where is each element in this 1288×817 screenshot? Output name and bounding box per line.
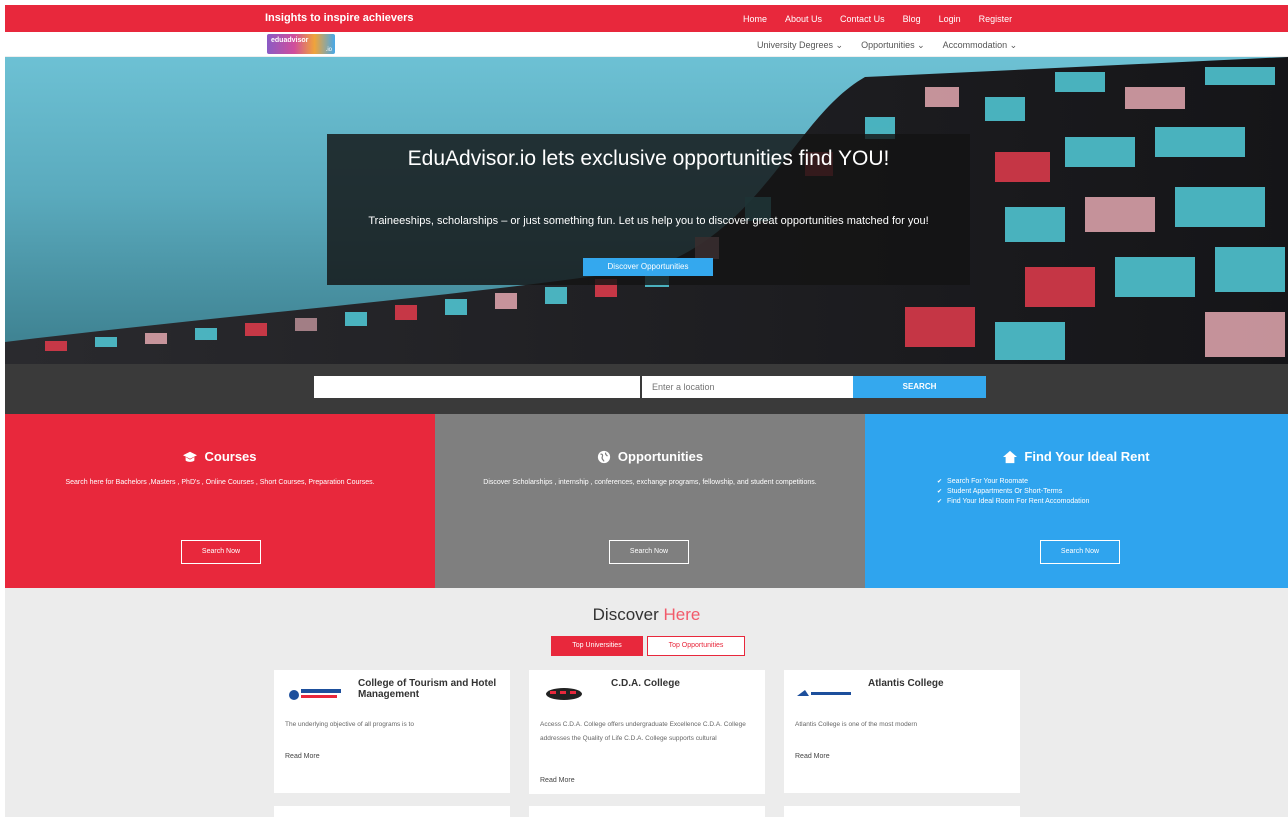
top-links: Home About Us Contact Us Blog Login Regi… <box>743 14 1030 24</box>
college-logo <box>289 689 341 700</box>
read-more-link[interactable]: Read More <box>540 777 575 784</box>
tab-top-universities[interactable]: Top Universities <box>551 636 643 656</box>
rent-feature-item: Find Your Ideal Room For Rent Accomodati… <box>937 497 1089 507</box>
hero-overlay: EduAdvisor.io lets exclusive opportuniti… <box>327 134 970 285</box>
read-more-link[interactable]: Read More <box>285 753 320 760</box>
card-text: Access C.D.A. College offers undergradua… <box>540 721 746 742</box>
university-card[interactable]: College of Tourism and Hotel Management … <box>274 670 510 793</box>
discover-opportunities-button[interactable]: Discover Opportunities <box>583 258 713 276</box>
top-link-blog[interactable]: Blog <box>903 14 921 24</box>
university-card-partial[interactable] <box>784 806 1020 817</box>
search-bar: SEARCH <box>5 364 1288 414</box>
opportunities-title-text: Opportunities <box>617 449 704 464</box>
search-button[interactable]: SEARCH <box>853 376 986 398</box>
discover-heading: Discover Here <box>5 605 1288 625</box>
home-icon <box>1003 450 1018 463</box>
university-card-partial[interactable] <box>274 806 510 817</box>
top-link-register[interactable]: Register <box>979 14 1013 24</box>
card-text: The underlying objective of all programs… <box>285 721 414 728</box>
logo-text: eduadvisor <box>271 37 309 44</box>
nav-university-degrees[interactable]: University Degrees ⌄ <box>757 40 843 51</box>
courses-panel: Courses Search here for Bachelors ,Maste… <box>5 414 435 588</box>
opportunities-panel: Opportunities Discover Scholarships , in… <box>435 414 865 588</box>
college-logo <box>797 690 851 696</box>
top-link-home[interactable]: Home <box>743 14 767 24</box>
globe-icon <box>597 450 611 463</box>
top-link-about[interactable]: About Us <box>785 14 822 24</box>
nav-accommodation[interactable]: Accommodation ⌄ <box>943 40 1018 51</box>
top-link-contact[interactable]: Contact Us <box>840 14 885 24</box>
university-card-partial[interactable] <box>529 806 765 817</box>
opportunities-search-button[interactable]: Search Now <box>609 540 689 564</box>
site-tagline: Insights to inspire achievers <box>265 12 414 24</box>
nav-opportunities[interactable]: Opportunities ⌄ <box>861 40 925 51</box>
location-input[interactable] <box>642 376 853 398</box>
read-more-link[interactable]: Read More <box>795 753 830 760</box>
search-input[interactable] <box>314 376 640 398</box>
rent-feature-list: Search For Your Roomate Student Appartme… <box>937 477 1089 507</box>
main-navbar: eduadvisor .io University Degrees ⌄ Oppo… <box>5 32 1288 57</box>
courses-search-button[interactable]: Search Now <box>181 540 261 564</box>
tab-top-opportunities[interactable]: Top Opportunities <box>647 636 745 656</box>
card-title[interactable]: Atlantis College <box>868 678 1013 689</box>
rent-search-button[interactable]: Search Now <box>1040 540 1120 564</box>
rent-feature-item: Student Appartments Or Short-Terms <box>937 487 1089 497</box>
hero-banner: EduAdvisor.io lets exclusive opportuniti… <box>5 57 1288 364</box>
rent-title-text: Find Your Ideal Rent <box>1024 449 1150 464</box>
top-link-login[interactable]: Login <box>939 14 961 24</box>
university-card[interactable]: C.D.A. College Access C.D.A. College off… <box>529 670 765 794</box>
discover-heading-accent: Here <box>663 605 701 624</box>
discover-heading-main: Discover <box>592 605 659 624</box>
card-text: Atlantis College is one of the most mode… <box>795 721 918 728</box>
opportunities-title: Opportunities <box>435 449 865 464</box>
rent-panel: Find Your Ideal Rent Search For Your Roo… <box>865 414 1288 588</box>
courses-title: Courses <box>5 449 435 464</box>
logo-suffix: .io <box>325 47 332 53</box>
rent-title: Find Your Ideal Rent <box>865 449 1288 464</box>
rent-feature-item: Search For Your Roomate <box>937 477 1089 487</box>
card-title[interactable]: College of Tourism and Hotel Management <box>358 678 503 700</box>
hero-title: EduAdvisor.io lets exclusive opportuniti… <box>407 147 890 170</box>
main-nav: University Degrees ⌄ Opportunities ⌄ Acc… <box>757 40 1035 51</box>
top-bar: Insights to inspire achievers Home About… <box>5 5 1288 32</box>
graduation-cap-icon <box>183 451 198 462</box>
site-logo[interactable]: eduadvisor .io <box>267 34 335 54</box>
discover-section: Discover Here Top Universities Top Oppor… <box>5 588 1288 817</box>
college-logo <box>546 688 582 700</box>
discover-tabs: Top Universities Top Opportunities <box>551 636 745 656</box>
university-card[interactable]: Atlantis College Atlantis College is one… <box>784 670 1020 793</box>
courses-title-text: Courses <box>204 449 257 464</box>
hero-subtitle: Traineeships, scholarships – or just som… <box>368 215 929 227</box>
opportunities-description: Discover Scholarships , internship , con… <box>483 479 817 486</box>
courses-description: Search here for Bachelors ,Masters , PhD… <box>65 479 375 486</box>
card-title[interactable]: C.D.A. College <box>611 678 756 689</box>
